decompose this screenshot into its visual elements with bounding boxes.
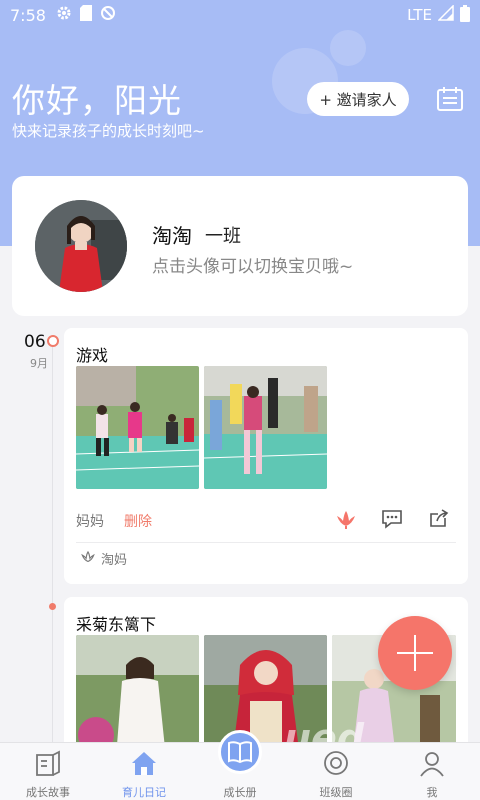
sd-card-icon xyxy=(79,5,92,25)
child-avatar[interactable] xyxy=(35,200,127,292)
network-type: LTE xyxy=(407,6,432,24)
status-right: LTE xyxy=(407,4,470,26)
comment-icon[interactable] xyxy=(380,508,404,530)
person-icon xyxy=(420,752,444,777)
battery-icon xyxy=(460,4,470,26)
add-diary-button[interactable] xyxy=(378,616,452,690)
growth-album-button[interactable] xyxy=(218,730,262,774)
post-author: 妈妈 xyxy=(76,514,104,530)
plus-icon xyxy=(397,635,433,671)
timeline-day: 06 xyxy=(24,332,46,352)
tab-label: 我 xyxy=(426,786,438,799)
tab-label: 班级圈 xyxy=(319,786,353,799)
settings-icon xyxy=(56,5,72,25)
post-photo[interactable] xyxy=(76,635,199,757)
liked-by-name: 淘妈 xyxy=(101,553,128,568)
timeline-month: 9月 xyxy=(30,357,48,370)
likes-row: 淘妈 xyxy=(80,549,127,568)
greeting-title: 你好，阳光 xyxy=(12,81,182,120)
post-photo[interactable] xyxy=(76,366,199,489)
decor-bubble xyxy=(330,30,366,66)
tab-me[interactable]: 我 xyxy=(384,743,480,800)
diary-post-card[interactable]: 游戏 妈妈 删除 淘妈 xyxy=(64,328,468,584)
story-icon xyxy=(36,750,60,776)
post-title: 采菊东篱下 xyxy=(76,615,157,634)
share-icon[interactable] xyxy=(427,508,451,530)
circle-icon xyxy=(324,751,348,775)
greeting-subtitle: 快来记录孩子的成长时刻吧~ xyxy=(12,122,205,140)
data-saver-icon xyxy=(100,5,116,25)
post-divider xyxy=(76,542,456,543)
signal-icon xyxy=(437,4,454,25)
tab-parenting-diary[interactable]: 育儿日记 xyxy=(96,743,192,800)
invite-family-button[interactable]: + 邀请家人 xyxy=(307,82,409,116)
child-profile-card: 淘淘 一班 点击头像可以切换宝贝哦~ xyxy=(12,176,468,316)
child-name: 淘淘 xyxy=(152,224,192,248)
status-bar: 7:58 LTE xyxy=(0,0,480,30)
timeline-line xyxy=(52,340,53,760)
tab-label: 成长册 xyxy=(223,786,257,799)
delete-post-button[interactable]: 删除 xyxy=(124,511,152,531)
post-photo[interactable] xyxy=(204,366,327,489)
post-title: 游戏 xyxy=(76,346,109,365)
tab-growth-story[interactable]: 成长故事 xyxy=(0,743,96,800)
book-icon xyxy=(228,741,252,764)
calendar-icon[interactable] xyxy=(436,86,464,112)
tab-label: 育儿日记 xyxy=(122,786,166,799)
flower-like-icon[interactable] xyxy=(334,508,358,530)
tab-label: 成长故事 xyxy=(26,786,70,799)
switch-child-hint: 点击头像可以切换宝贝哦~ xyxy=(152,257,354,277)
timeline-marker xyxy=(49,603,56,610)
status-time: 7:58 xyxy=(10,5,46,25)
child-class: 一班 xyxy=(205,226,241,247)
timeline-marker xyxy=(47,335,59,347)
home-icon xyxy=(132,752,156,775)
flower-outline-icon xyxy=(80,550,96,568)
tab-class-circle[interactable]: 班级圈 xyxy=(288,743,384,800)
